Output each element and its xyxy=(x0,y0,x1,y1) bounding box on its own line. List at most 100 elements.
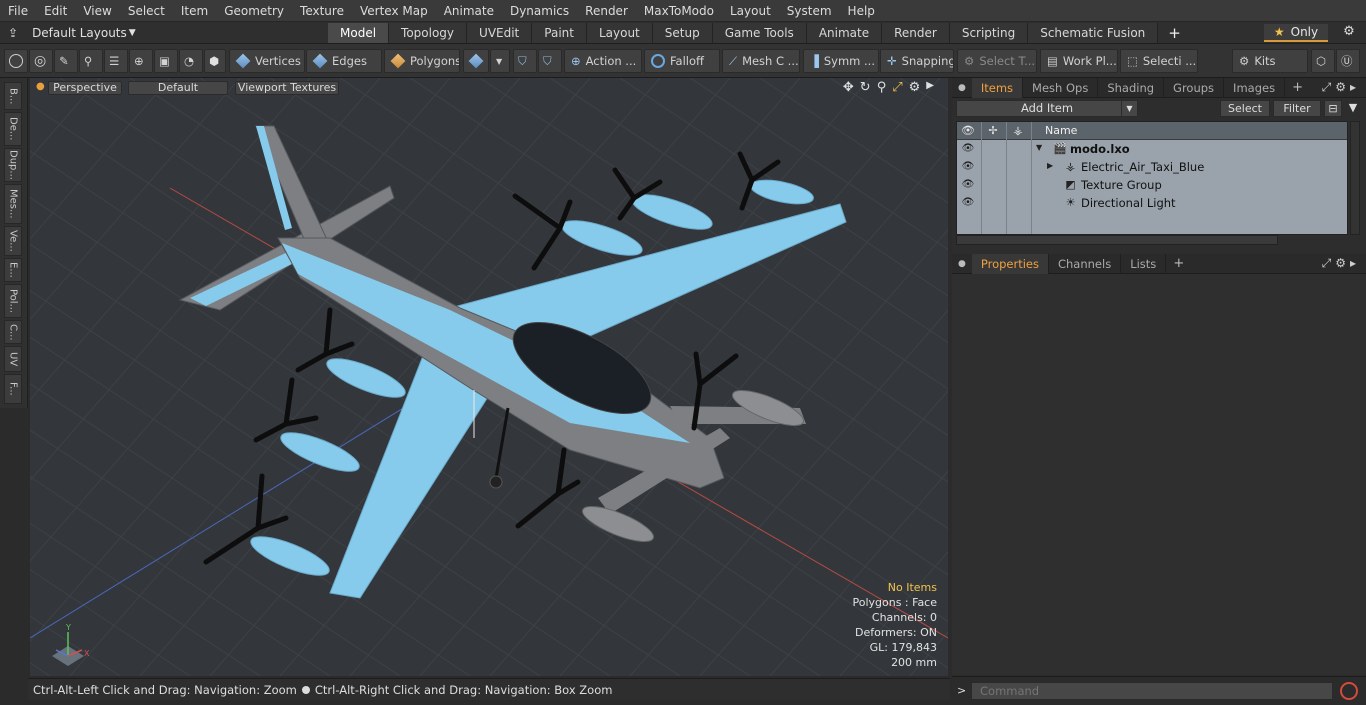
tab-items[interactable]: Items xyxy=(971,77,1024,98)
material-button[interactable] xyxy=(463,49,489,73)
gear-icon[interactable]: ⚙ xyxy=(1340,24,1358,42)
left-tab-duplicate[interactable]: Dup... xyxy=(4,148,22,182)
menu-system[interactable]: System xyxy=(779,0,840,22)
brush-button[interactable]: ⚲ xyxy=(79,49,103,73)
layout-selector[interactable]: ⇪ Default Layouts ▼ xyxy=(8,24,136,42)
air-taxi-model[interactable] xyxy=(178,125,847,599)
record-icon[interactable] xyxy=(1340,682,1358,700)
name-column-header[interactable]: Name xyxy=(1045,124,1077,137)
tab-shading[interactable]: Shading xyxy=(1098,77,1165,98)
unreal-button[interactable]: Ⓤ xyxy=(1336,49,1360,73)
viewport-gear-icon[interactable]: ⚙ xyxy=(909,80,921,95)
falloff-button[interactable]: Falloff xyxy=(644,49,720,73)
move-view-icon[interactable]: ✥ xyxy=(843,80,854,95)
left-tab-vertex[interactable]: Ve... xyxy=(4,226,22,256)
panel-expand-icon[interactable]: ⤢⚙▸ xyxy=(1322,256,1360,271)
left-tab-deform[interactable]: De... xyxy=(4,112,22,146)
left-tab-uv[interactable]: UV xyxy=(4,346,22,372)
eye-icon[interactable]: 👁 xyxy=(961,178,975,192)
view-mode-button[interactable]: Perspective xyxy=(48,81,122,95)
symmetry-button[interactable]: ▐ Symm ... xyxy=(803,49,879,73)
menu-item[interactable]: Item xyxy=(173,0,216,22)
menu-vertex-map[interactable]: Vertex Map xyxy=(352,0,436,22)
rotate-view-icon[interactable]: ↻ xyxy=(860,80,871,95)
frame-button[interactable]: ▣ xyxy=(154,49,178,73)
tab-properties[interactable]: Properties xyxy=(971,253,1049,274)
left-tab-mesh-edit[interactable]: Mes... xyxy=(4,184,22,224)
vertices-button[interactable]: Vertices xyxy=(229,49,305,73)
polygons-button[interactable]: Polygons xyxy=(384,49,460,73)
menu-select[interactable]: Select xyxy=(120,0,173,22)
lock-column-icon[interactable]: ✢ xyxy=(986,124,1000,138)
command-input[interactable] xyxy=(971,682,1333,700)
tab-animate[interactable]: Animate xyxy=(806,23,883,43)
menu-view[interactable]: View xyxy=(75,0,119,22)
left-tab-fusion[interactable]: F... xyxy=(4,374,22,404)
menu-animate[interactable]: Animate xyxy=(436,0,502,22)
snapping-button[interactable]: ✛ Snapping xyxy=(880,49,954,73)
item-list-vscrollbar[interactable] xyxy=(1350,121,1360,235)
menu-render[interactable]: Render xyxy=(577,0,636,22)
rotate-button[interactable]: ◔ xyxy=(179,49,203,73)
add-tab-button[interactable]: + xyxy=(1158,23,1191,43)
align-button[interactable]: ☰ xyxy=(104,49,128,73)
shading-mode-button[interactable]: Default xyxy=(128,81,228,95)
tab-channels[interactable]: Channels xyxy=(1049,253,1122,274)
add-item-button[interactable]: Add Item ▼ xyxy=(956,100,1138,117)
add-panel-tab-button[interactable]: + xyxy=(1285,80,1310,95)
panel-menu-dot[interactable]: ● xyxy=(952,83,972,93)
viewport-textures-button[interactable]: Viewport Textures xyxy=(235,81,339,95)
eye-icon[interactable]: 👁 xyxy=(961,196,975,210)
selection-sets-button[interactable]: ⬚ Selecti ... xyxy=(1120,49,1198,73)
menu-help[interactable]: Help xyxy=(840,0,883,22)
menu-file[interactable]: File xyxy=(0,0,36,22)
edges-button[interactable]: Edges xyxy=(306,49,382,73)
pen-button[interactable]: ✎ xyxy=(54,49,78,73)
menu-maxtomodo[interactable]: MaxToModo xyxy=(636,0,722,22)
filter-button[interactable]: Filter xyxy=(1273,100,1321,117)
action-center-button[interactable]: ⊕ Action ... xyxy=(564,49,642,73)
item-mode-button[interactable]: ⬢ xyxy=(204,49,226,73)
select-through-button[interactable]: ⚙ Select T... xyxy=(957,49,1037,73)
center-button[interactable]: ⊕ xyxy=(129,49,153,73)
left-tab-curve[interactable]: C... xyxy=(4,320,22,344)
item-row-light[interactable]: 👁 ☀ Directional Light xyxy=(957,194,1347,212)
item-row-scene[interactable]: 👁 ▼ 🎬 modo.lxo xyxy=(957,140,1347,158)
menu-edit[interactable]: Edit xyxy=(36,0,75,22)
maximize-view-icon[interactable]: ⤢ xyxy=(892,80,902,95)
snap-shield-button[interactable]: ⛉ xyxy=(538,49,562,73)
unity-button[interactable]: ⬡ xyxy=(1311,49,1335,73)
menu-layout[interactable]: Layout xyxy=(722,0,779,22)
tab-mesh-ops[interactable]: Mesh Ops xyxy=(1023,77,1099,98)
tab-layout[interactable]: Layout xyxy=(586,23,653,43)
work-plane-button[interactable]: ▤ Work Pl... xyxy=(1040,49,1118,73)
eye-icon[interactable]: 👁 xyxy=(961,160,975,174)
kits-button[interactable]: ⚙ Kits xyxy=(1232,49,1308,73)
tab-groups[interactable]: Groups xyxy=(1164,77,1225,98)
eye-icon[interactable]: 👁 xyxy=(961,142,975,156)
expand-toggle-icon[interactable]: ▼ xyxy=(1036,143,1042,152)
symmetry-shield-button[interactable]: ⛉ xyxy=(513,49,537,73)
tab-setup[interactable]: Setup xyxy=(652,23,713,43)
item-list-hscrollbar[interactable] xyxy=(956,235,1278,245)
material-dropdown[interactable]: ▼ xyxy=(490,49,510,73)
panel-menu-dot[interactable]: ● xyxy=(952,259,972,269)
item-row-texture-group[interactable]: 👁 ◩ Texture Group xyxy=(957,176,1347,194)
viewport-scene[interactable]: Y X xyxy=(30,78,948,676)
tab-game-tools[interactable]: Game Tools xyxy=(712,23,807,43)
globe-button[interactable]: ◎ xyxy=(29,49,53,73)
mesh-constraint-button[interactable]: ⟋ Mesh C ... xyxy=(722,49,800,73)
item-row-mesh[interactable]: 👁 ▶ ⚶ Electric_Air_Taxi_Blue xyxy=(957,158,1347,176)
add-panel-tab-button[interactable]: + xyxy=(1166,256,1191,271)
tab-render[interactable]: Render xyxy=(882,23,950,43)
type-column-icon[interactable]: ⚶ xyxy=(1011,124,1025,138)
tab-images[interactable]: Images xyxy=(1224,77,1286,98)
tab-lists[interactable]: Lists xyxy=(1121,253,1167,274)
expand-toggle-icon[interactable]: ▶ xyxy=(1047,161,1053,170)
tab-paint[interactable]: Paint xyxy=(532,23,587,43)
tab-topology[interactable]: Topology xyxy=(389,23,468,43)
viewport-menu-dot[interactable]: ● xyxy=(36,81,45,92)
panel-expand-icon[interactable]: ⤢⚙▸ xyxy=(1322,80,1360,95)
menu-dynamics[interactable]: Dynamics xyxy=(502,0,577,22)
menu-texture[interactable]: Texture xyxy=(292,0,352,22)
